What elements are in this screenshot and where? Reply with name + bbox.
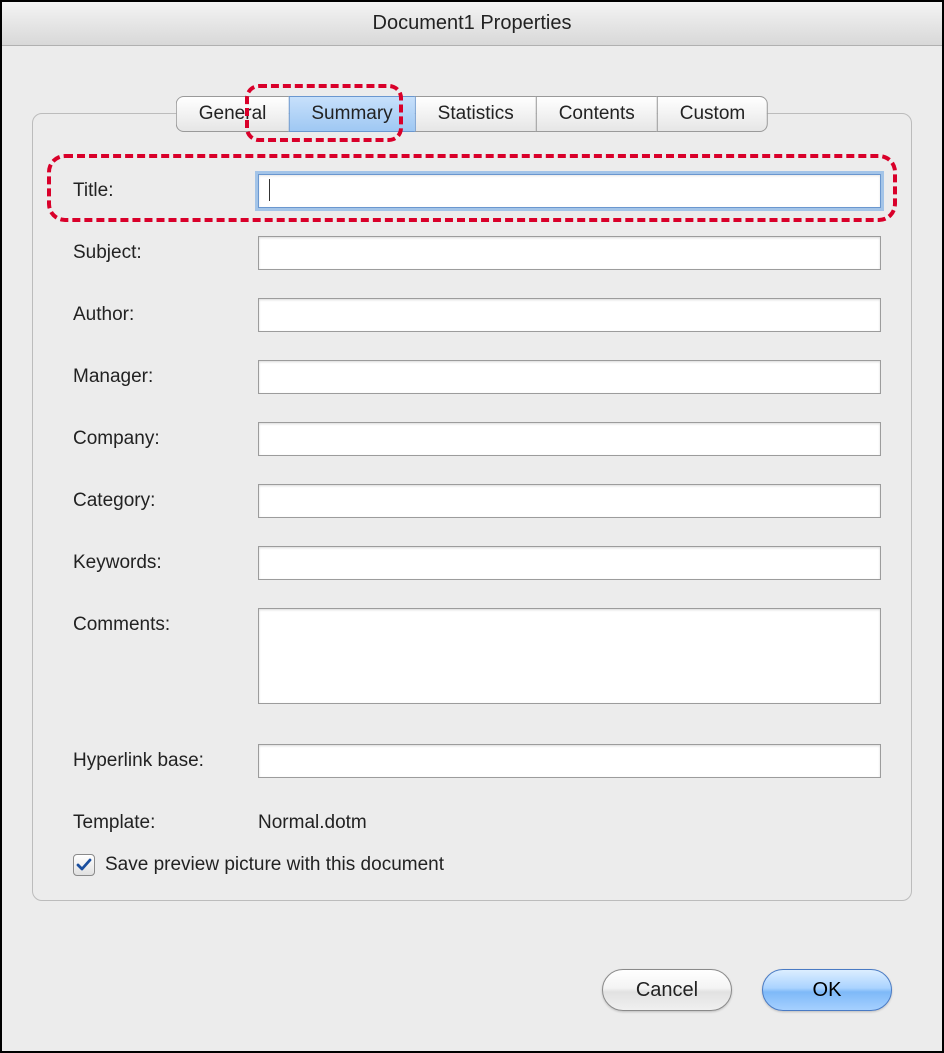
tab-statistics-label: Statistics bbox=[438, 103, 514, 125]
row-save-preview: Save preview picture with this document bbox=[73, 854, 881, 876]
ok-button[interactable]: OK bbox=[762, 969, 892, 1011]
label-manager: Manager: bbox=[73, 360, 258, 388]
tab-summary-label: Summary bbox=[311, 103, 392, 125]
tabbar: General Summary Statistics Contents Cust… bbox=[176, 96, 768, 132]
text-caret-icon bbox=[269, 179, 270, 201]
row-comments: Comments: bbox=[73, 608, 881, 704]
row-manager: Manager: bbox=[73, 360, 881, 394]
label-keywords: Keywords: bbox=[73, 546, 258, 574]
ok-button-label: OK bbox=[813, 979, 842, 1002]
row-author: Author: bbox=[73, 298, 881, 332]
tab-general[interactable]: General bbox=[176, 96, 289, 132]
row-keywords: Keywords: bbox=[73, 546, 881, 580]
label-author: Author: bbox=[73, 298, 258, 326]
tab-custom[interactable]: Custom bbox=[657, 96, 768, 132]
tab-contents-label: Contents bbox=[559, 103, 635, 125]
tab-custom-label: Custom bbox=[680, 103, 745, 125]
input-company[interactable] bbox=[258, 422, 881, 456]
tab-contents[interactable]: Contents bbox=[536, 96, 657, 132]
label-subject: Subject: bbox=[73, 236, 258, 264]
cancel-button-label: Cancel bbox=[636, 979, 698, 1002]
label-template: Template: bbox=[73, 806, 258, 834]
label-save-preview: Save preview picture with this document bbox=[105, 854, 444, 876]
dialog-body: Title: Subject: Author: Manager: bbox=[2, 46, 942, 1051]
input-hyperlink-base[interactable] bbox=[258, 744, 881, 778]
cancel-button[interactable]: Cancel bbox=[602, 969, 732, 1011]
titlebar: Document1 Properties bbox=[2, 2, 942, 46]
tab-statistics[interactable]: Statistics bbox=[415, 96, 536, 132]
checkmark-icon bbox=[76, 857, 92, 873]
input-comments[interactable] bbox=[258, 608, 881, 704]
label-category: Category: bbox=[73, 484, 258, 512]
row-hyperlink-base: Hyperlink base: bbox=[73, 744, 881, 778]
input-subject[interactable] bbox=[258, 236, 881, 270]
label-title: Title: bbox=[73, 174, 258, 202]
dialog-button-row: Cancel OK bbox=[602, 969, 892, 1011]
row-category: Category: bbox=[73, 484, 881, 518]
input-keywords[interactable] bbox=[258, 546, 881, 580]
input-manager[interactable] bbox=[258, 360, 881, 394]
window-title: Document1 Properties bbox=[373, 12, 572, 35]
input-title[interactable] bbox=[258, 174, 881, 208]
label-hyperlink-base: Hyperlink base: bbox=[73, 744, 258, 772]
row-company: Company: bbox=[73, 422, 881, 456]
input-category[interactable] bbox=[258, 484, 881, 518]
row-template: Template: Normal.dotm bbox=[73, 806, 881, 834]
tab-general-label: General bbox=[199, 103, 267, 125]
tab-summary[interactable]: Summary bbox=[288, 96, 414, 132]
row-title: Title: bbox=[73, 174, 881, 208]
row-subject: Subject: bbox=[73, 236, 881, 270]
summary-panel: Title: Subject: Author: Manager: bbox=[32, 113, 912, 901]
label-company: Company: bbox=[73, 422, 258, 450]
checkbox-save-preview[interactable] bbox=[73, 854, 95, 876]
value-template: Normal.dotm bbox=[258, 806, 367, 834]
input-author[interactable] bbox=[258, 298, 881, 332]
properties-dialog: Document1 Properties Title: Subject: Aut… bbox=[0, 0, 944, 1053]
label-comments: Comments: bbox=[73, 608, 258, 636]
